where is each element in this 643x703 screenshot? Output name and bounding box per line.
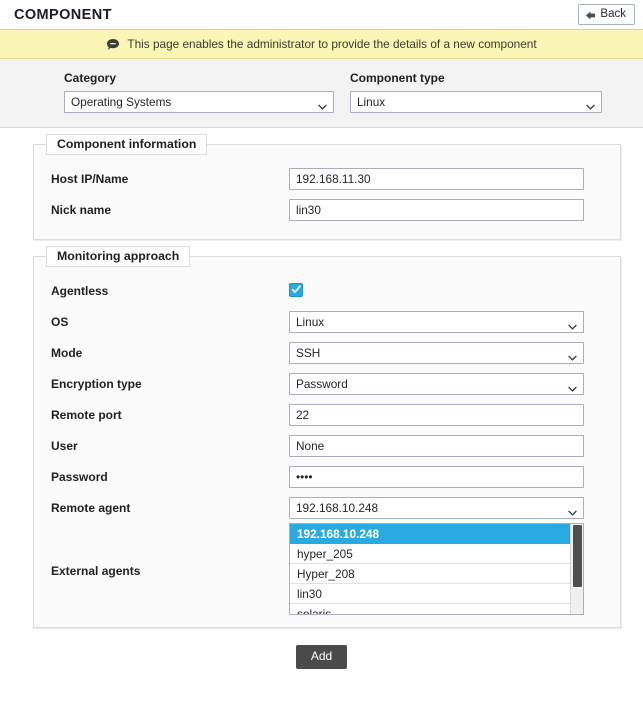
component-type-field: Component type Linux: [350, 71, 602, 113]
category-strip: Category Operating Systems Component typ…: [0, 59, 643, 128]
comment-icon: [106, 38, 120, 52]
component-information-legend: Component information: [46, 134, 208, 155]
remote-agent-label: Remote agent: [51, 500, 131, 515]
back-button[interactable]: Back: [578, 4, 635, 25]
component-type-select-value: Linux: [357, 95, 386, 109]
chevron-down-icon: [568, 350, 577, 361]
host-ip-value: 192.168.11.30: [296, 171, 371, 186]
chevron-down-icon: [586, 99, 595, 110]
remote-port-label: Remote port: [51, 407, 122, 422]
agentless-checkbox[interactable]: [289, 282, 303, 297]
chevron-down-icon: [568, 319, 577, 330]
form-row-encryption-type: Encryption type Password: [34, 368, 620, 399]
category-select-value: Operating Systems: [71, 95, 172, 109]
component-type-label: Component type: [350, 71, 445, 85]
nick-name-input[interactable]: lin30: [289, 198, 584, 221]
os-select-value: Linux: [296, 314, 325, 329]
external-agents-label: External agents: [51, 564, 141, 578]
remote-port-input[interactable]: 22: [289, 403, 584, 426]
back-button-label: Back: [600, 8, 626, 20]
external-agents-listbox[interactable]: 192.168.10.248 hyper_205 Hyper_208 lin30…: [289, 523, 584, 615]
component-information-fieldset: Component information Host IP/Name 192.1…: [33, 134, 621, 240]
user-label: User: [51, 438, 78, 453]
category-select[interactable]: Operating Systems: [64, 91, 334, 113]
info-banner: This page enables the administrator to p…: [0, 30, 643, 59]
list-item[interactable]: 192.168.10.248: [290, 524, 570, 544]
chevron-down-icon: [568, 505, 577, 516]
list-item[interactable]: Hyper_208: [290, 564, 570, 584]
external-agents-list: 192.168.10.248 hyper_205 Hyper_208 lin30…: [290, 524, 570, 614]
list-item[interactable]: solaris: [290, 604, 570, 614]
form-row-agentless: Agentless: [34, 275, 620, 306]
os-label: OS: [51, 314, 69, 329]
page-header: COMPONENT Back: [0, 0, 643, 30]
agentless-label: Agentless: [51, 283, 109, 298]
form-row-mode: Mode SSH: [34, 337, 620, 368]
form-row-os: OS Linux: [34, 306, 620, 337]
footer: Add: [0, 645, 643, 669]
password-value: ••••: [296, 469, 313, 484]
mode-select[interactable]: SSH: [289, 341, 584, 364]
scrollbar-thumb[interactable]: [573, 525, 582, 587]
chevron-down-icon: [318, 99, 327, 110]
category-label: Category: [64, 71, 117, 85]
form-row-remote-port: Remote port 22: [34, 399, 620, 430]
chevron-down-icon: [568, 381, 577, 392]
remote-port-value: 22: [296, 407, 310, 422]
password-label: Password: [51, 469, 108, 484]
category-field: Category Operating Systems: [64, 71, 334, 113]
form-row-user: User None: [34, 430, 620, 461]
encryption-type-select[interactable]: Password: [289, 372, 584, 395]
list-item[interactable]: lin30: [290, 584, 570, 604]
add-button[interactable]: Add: [295, 645, 348, 669]
user-value: None: [296, 438, 325, 453]
remote-agent-select-value: 192.168.10.248: [296, 500, 379, 515]
component-type-select[interactable]: Linux: [350, 91, 602, 113]
nick-name-label: Nick name: [51, 202, 112, 217]
back-arrow-icon: [585, 10, 596, 21]
host-ip-label: Host IP/Name: [51, 171, 129, 186]
mode-label: Mode: [51, 345, 83, 360]
form-row-nick-name: Nick name lin30: [34, 194, 620, 225]
form-row-external-agents: External agents 192.168.10.248 hyper_205…: [34, 523, 620, 615]
page-title: COMPONENT: [14, 6, 112, 23]
mode-select-value: SSH: [296, 345, 321, 360]
check-icon: [291, 285, 301, 294]
form-row-password: Password ••••: [34, 461, 620, 492]
list-item[interactable]: hyper_205: [290, 544, 570, 564]
user-input[interactable]: None: [289, 434, 584, 457]
remote-agent-select[interactable]: 192.168.10.248: [289, 496, 584, 519]
info-banner-text: This page enables the administrator to p…: [127, 37, 537, 51]
nick-name-value: lin30: [296, 202, 321, 217]
form-row-remote-agent: Remote agent 192.168.10.248: [34, 492, 620, 523]
os-select[interactable]: Linux: [289, 310, 584, 333]
external-agents-scrollbar[interactable]: [570, 524, 583, 614]
encryption-type-select-value: Password: [296, 376, 348, 391]
password-input[interactable]: ••••: [289, 465, 584, 488]
form-row-host-ip: Host IP/Name 192.168.11.30: [34, 163, 620, 194]
encryption-type-label: Encryption type: [51, 376, 142, 391]
monitoring-approach-fieldset: Monitoring approach Agentless OS Linux M…: [33, 246, 621, 628]
monitoring-approach-legend: Monitoring approach: [46, 246, 191, 267]
host-ip-input[interactable]: 192.168.11.30: [289, 167, 584, 190]
